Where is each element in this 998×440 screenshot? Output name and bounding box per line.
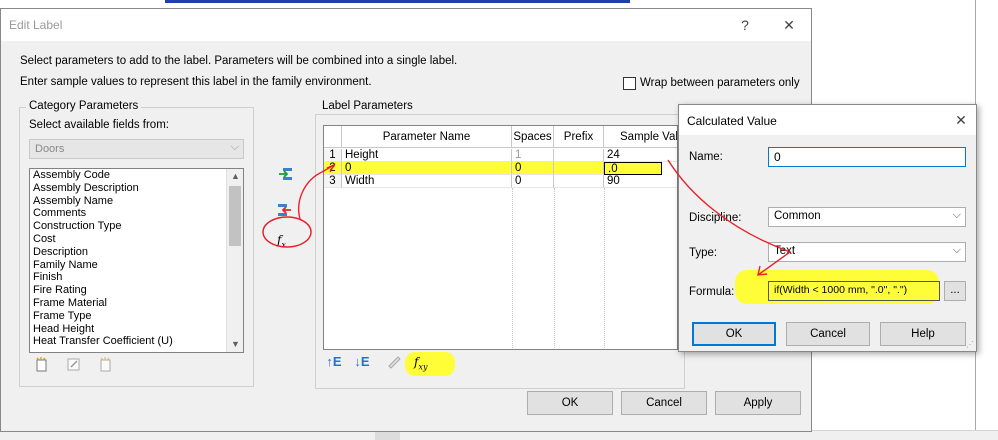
annotation-overlay — [262, 159, 792, 276]
annotation-arrow-to-row — [298, 164, 335, 220]
annotation-arrow-to-formula — [667, 159, 792, 276]
annotation-circle — [262, 216, 312, 248]
